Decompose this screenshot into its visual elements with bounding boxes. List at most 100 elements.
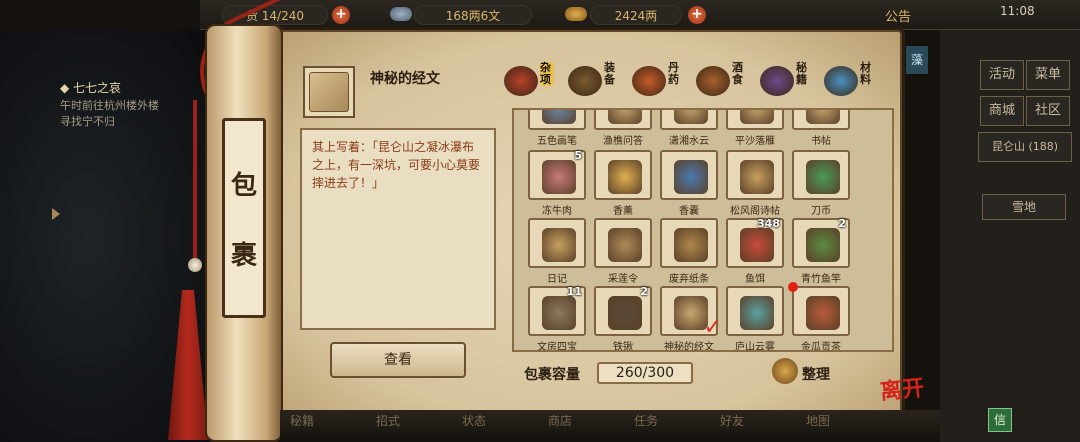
menu-button[interactable]: 菜单 <box>1026 60 1070 90</box>
bottom-menu-bar: 秘籍 招式 状态 商店 任务 好友 地图 <box>280 410 940 442</box>
inventory-slot[interactable] <box>792 110 850 130</box>
bottom-menu-item[interactable]: 秘籍 <box>290 412 314 429</box>
notice-button[interactable]: 公告 <box>885 6 911 25</box>
activity-button[interactable]: 活动 <box>980 60 1024 90</box>
item-count: 2 <box>640 285 648 298</box>
inventory-slot[interactable] <box>788 282 850 336</box>
add-silver-button[interactable]: + <box>688 6 706 24</box>
inventory-slot[interactable] <box>660 150 718 200</box>
item-icon <box>740 160 774 194</box>
scroll-title-bottom: 裹 <box>230 241 257 271</box>
bottom-menu-item[interactable]: 状态 <box>462 412 486 429</box>
inventory-slot[interactable] <box>594 110 652 130</box>
quest-tracker[interactable]: ◆ 七七之哀 午时前往杭州楼外楼 寻找宁不归 <box>60 80 210 130</box>
add-bag-button[interactable]: + <box>332 6 350 24</box>
inventory-slot[interactable] <box>528 110 586 130</box>
item-icon <box>674 160 708 194</box>
category-label: 材料 <box>860 61 871 86</box>
item-name-label: 香薰 <box>613 206 633 217</box>
item-name-label: 鱼饵 <box>745 274 765 285</box>
right-side-panel <box>940 30 1080 442</box>
sort-button[interactable]: 整理 <box>802 364 830 384</box>
capacity-label: 包裹容量 <box>524 367 580 383</box>
inventory-slot[interactable]: 5 <box>528 149 586 200</box>
item-name-label: 潇湘水云 <box>669 136 709 147</box>
item-icon <box>806 160 840 194</box>
item-icon <box>542 296 576 330</box>
item-icon <box>740 296 774 330</box>
sort-bag-icon[interactable] <box>772 358 798 384</box>
category-icon <box>760 66 794 96</box>
new-item-dot <box>788 282 798 292</box>
selected-check-icon: ✓ <box>703 315 722 340</box>
item-name-label: 日记 <box>547 274 567 285</box>
category-icon <box>696 66 730 96</box>
community-button[interactable]: 社区 <box>1026 96 1070 126</box>
inventory-slot[interactable] <box>660 110 718 130</box>
category-tabs: 杂项 装备 丹药 酒食 秘籍 材料 <box>500 58 890 102</box>
category-tab[interactable]: 酒食 <box>692 58 752 102</box>
item-name-label: 废弃纸条 <box>669 274 709 285</box>
inventory-slot[interactable]: 2 <box>594 285 652 336</box>
category-label: 杂项 <box>540 62 554 86</box>
item-name-label: 庐山云雾 <box>735 342 775 352</box>
shop-button[interactable]: 商城 <box>980 96 1024 126</box>
item-count: 5 <box>574 149 582 162</box>
inventory-slot[interactable] <box>726 110 784 130</box>
capacity-value: 260/300 <box>597 362 693 384</box>
inventory-slot[interactable] <box>660 218 718 268</box>
bead-icon <box>188 258 202 272</box>
item-icon <box>806 228 840 262</box>
quest-line: 寻找宁不归 <box>60 115 115 128</box>
copper-icon <box>390 7 412 21</box>
bottom-menu-item[interactable]: 任务 <box>634 412 658 429</box>
area-button[interactable]: 雪地 <box>982 194 1066 220</box>
view-button[interactable]: 查看 <box>330 342 466 378</box>
inventory-slot[interactable]: 2 <box>792 217 850 268</box>
category-label: 装备 <box>604 61 615 86</box>
inventory-slot[interactable] <box>726 150 784 200</box>
inventory-slot[interactable]: 11 <box>528 285 586 336</box>
category-tab[interactable]: 丹药 <box>628 58 688 102</box>
category-tab[interactable]: 秘籍 <box>756 58 816 102</box>
category-icon <box>824 66 858 96</box>
inventory-slot[interactable]: ✓ <box>660 286 722 340</box>
inventory-slot[interactable] <box>528 218 586 268</box>
mail-button[interactable]: 信 <box>988 408 1012 432</box>
copper-stat: 168两6文 <box>414 5 532 25</box>
item-icon <box>608 296 642 330</box>
category-tab[interactable]: 装备 <box>564 58 624 102</box>
bottom-menu-item[interactable]: 商店 <box>548 412 572 429</box>
item-description: 其上写着：「昆仑山之凝冰瀑布之上，有一深坑，可要小心莫要摔进去了！」 <box>300 128 496 330</box>
item-name-label: 文房四宝 <box>537 342 577 352</box>
item-name-label: 五色画笔 <box>537 136 577 147</box>
item-name-label: 香囊 <box>679 206 699 217</box>
category-tab[interactable]: 材料 <box>820 58 880 102</box>
edge-tab[interactable]: 藻 <box>906 46 928 74</box>
item-name-label: 铁锹 <box>613 342 633 352</box>
item-name-label: 金瓜贡茶 <box>801 342 841 352</box>
bottom-menu-item[interactable]: 地图 <box>806 412 830 429</box>
category-tab[interactable]: 杂项 <box>500 58 560 102</box>
item-icon <box>542 160 576 194</box>
bottom-menu-item[interactable]: 招式 <box>376 412 400 429</box>
item-icon <box>608 160 642 194</box>
bottom-menu-item[interactable]: 好友 <box>720 412 744 429</box>
quest-title: ◆ 七七之哀 <box>60 81 122 95</box>
item-icon <box>674 228 708 262</box>
inventory-slot[interactable]: 348 <box>726 217 784 268</box>
inventory-slot[interactable] <box>594 150 652 200</box>
item-count: 11 <box>566 285 582 298</box>
item-icon <box>806 296 840 330</box>
category-icon <box>632 66 666 96</box>
inventory-slot[interactable] <box>792 150 850 200</box>
clock: 11:08 <box>1000 4 1035 18</box>
inventory-slot[interactable] <box>726 286 784 336</box>
item-name-label: 松风阁诗帖 <box>730 206 780 217</box>
expand-arrow-icon[interactable] <box>52 208 60 220</box>
category-label: 丹药 <box>668 61 679 86</box>
silver-ingot-icon <box>565 7 587 21</box>
inventory-slot[interactable] <box>594 218 652 268</box>
leave-button[interactable]: 离开 <box>878 370 925 406</box>
quest-line: 午时前往杭州楼外楼 <box>60 99 159 112</box>
